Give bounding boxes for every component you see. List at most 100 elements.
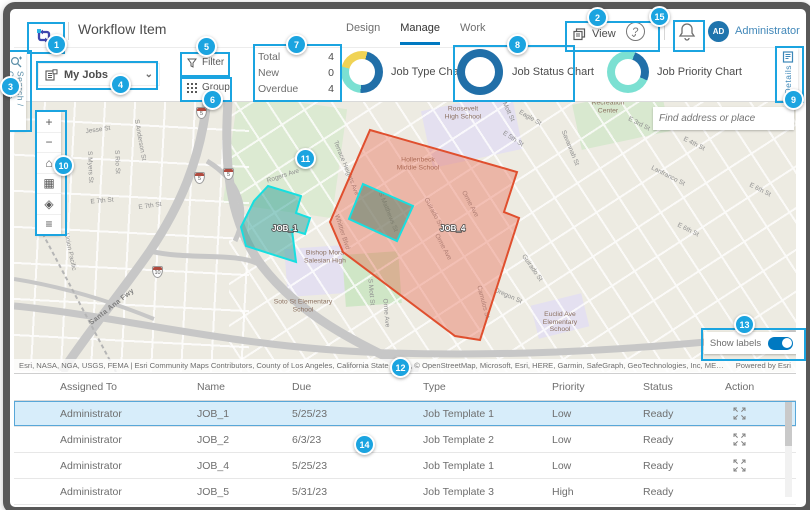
cell: Job Template 3 (423, 486, 552, 498)
job-priority-chart (607, 51, 649, 93)
col-header-priority[interactable]: Priority (552, 381, 643, 393)
table-scrollbar[interactable] (785, 402, 792, 497)
app-header: Workflow Item DesignManageWork View ⌄ ? … (14, 12, 796, 48)
callout-badge-7: 7 (286, 34, 307, 55)
polygon-label: JOB_4 (440, 224, 466, 233)
col-header-assigned-to[interactable]: Assigned To (60, 381, 197, 393)
filter-funnel-icon (187, 58, 197, 68)
cell: 5/25/23 (292, 460, 423, 472)
zoom-out-button[interactable]: − (37, 133, 61, 154)
chart-label: Job Type Chart (391, 66, 465, 78)
my-jobs-dropdown[interactable]: My Jobs ⌄ (38, 63, 160, 86)
cell: Administrator (60, 486, 197, 498)
scrollbar-thumb[interactable] (785, 402, 792, 446)
col-header-due[interactable]: Due (292, 381, 423, 393)
cell: JOB_4 (197, 460, 292, 472)
stat-label: New (258, 65, 279, 81)
chevron-down-icon: ⌄ (145, 69, 153, 80)
cell: High (552, 486, 643, 498)
callout-badge-11: 11 (295, 148, 316, 169)
view-label: View (592, 28, 616, 40)
basemap-button[interactable]: ▦ (37, 174, 61, 195)
col-header-status[interactable]: Status (643, 381, 725, 393)
map-search-box: 🔍︎ (653, 107, 794, 130)
notifications-bell-icon[interactable] (678, 22, 698, 42)
table-row-job_2[interactable]: AdministratorJOB_26/3/23Job Template 2Lo… (14, 427, 796, 453)
stat-new: New 0 (258, 65, 334, 81)
chart-label: Job Status Chart (512, 66, 594, 78)
nav-tab-manage[interactable]: Manage (400, 22, 440, 45)
view-icon (573, 28, 586, 41)
jobs-table: Assigned ToNameDueTypePriorityStatusActi… (14, 373, 796, 500)
jobs-list-icon (45, 69, 58, 81)
search-plus-icon (10, 56, 22, 68)
nav-tab-design[interactable]: Design (346, 22, 380, 45)
page-title: Workflow Item (78, 21, 166, 37)
cell: JOB_5 (197, 486, 292, 498)
cell: Job Template 2 (423, 434, 552, 446)
cell: 5/25/23 (292, 408, 423, 420)
avatar[interactable]: AD (708, 21, 729, 42)
col-header-type[interactable]: Type (423, 381, 552, 393)
stat-label: Total (258, 49, 280, 65)
cell: JOB_2 (197, 434, 292, 446)
show-labels-toggle[interactable] (768, 337, 793, 350)
legend-button[interactable]: ≡ (37, 215, 61, 236)
callout-badge-8: 8 (507, 34, 528, 55)
view-dropdown[interactable]: View ⌄ (567, 23, 659, 45)
filter-label: Filter (202, 57, 224, 68)
cell: JOB_1 (197, 408, 292, 420)
group-grid-icon (187, 83, 197, 93)
divider (68, 22, 69, 40)
job-status-chart (457, 49, 503, 95)
callout-badge-2: 2 (587, 7, 608, 28)
callout-badge-14: 14 (354, 434, 375, 455)
callout-badge-12: 12 (390, 357, 411, 378)
cell: Ready (643, 408, 725, 420)
job-type-chart (341, 51, 383, 93)
cell: 5/31/23 (292, 486, 423, 498)
callout-badge-10: 10 (53, 155, 74, 176)
nav-tab-work[interactable]: Work (460, 22, 485, 45)
attribution-text: Esri, NASA, NGA, USGS, FEMA | Esri Commu… (19, 361, 728, 370)
show-labels-label: Show labels (710, 338, 761, 349)
details-form-icon (782, 51, 794, 63)
table-row-job_4[interactable]: AdministratorJOB_45/25/23Job Template 1L… (14, 453, 796, 479)
cell: Job Template 1 (423, 408, 552, 420)
map-canvas[interactable]: Roosevelt High SchoolHollenbeck Middle S… (14, 101, 796, 372)
cell: Ready (643, 460, 725, 472)
chart-label: Job Priority Chart (657, 66, 742, 78)
callout-badge-1: 1 (46, 34, 67, 55)
stat-value: 4 (328, 81, 334, 97)
callout-badge-6: 6 (202, 89, 223, 110)
callout-badge-9: 9 (783, 89, 804, 110)
col-header-action[interactable]: Action (725, 381, 796, 393)
user-name[interactable]: Administrator (735, 25, 800, 37)
map-search-input[interactable] (653, 113, 796, 124)
cell: Administrator (60, 434, 197, 446)
stat-label: Overdue (258, 81, 298, 97)
help-button[interactable]: ? (626, 22, 645, 41)
cell: Administrator (60, 460, 197, 472)
polygon-job_4[interactable] (330, 130, 519, 340)
table-header-row: Assigned ToNameDueTypePriorityStatusActi… (14, 374, 796, 401)
cell: Low (552, 434, 643, 446)
callout-badge-3: 3 (0, 76, 21, 97)
zoom-in-button[interactable]: + (37, 112, 61, 133)
callout-badge-13: 13 (734, 314, 755, 335)
job-polygons-layer: JOB_4JOB_1 (14, 101, 796, 372)
cell: Ready (643, 486, 725, 498)
stat-value: 4 (328, 49, 334, 65)
col-header-name[interactable]: Name (197, 381, 292, 393)
stat-value: 0 (328, 65, 334, 81)
table-row-job_5[interactable]: AdministratorJOB_55/31/23Job Template 3H… (14, 479, 796, 505)
powered-by-esri: Powered by Esri (736, 361, 791, 370)
layers-button[interactable]: ◈ (37, 194, 61, 215)
cell: Low (552, 460, 643, 472)
cell: Job Template 1 (423, 460, 552, 472)
show-labels-control: Show labels (704, 332, 796, 354)
callout-badge-4: 4 (110, 74, 131, 95)
my-jobs-label: My Jobs (64, 69, 108, 81)
table-row-job_1[interactable]: AdministratorJOB_15/25/23Job Template 1L… (14, 401, 796, 427)
stat-overdue: Overdue 4 (258, 81, 334, 97)
